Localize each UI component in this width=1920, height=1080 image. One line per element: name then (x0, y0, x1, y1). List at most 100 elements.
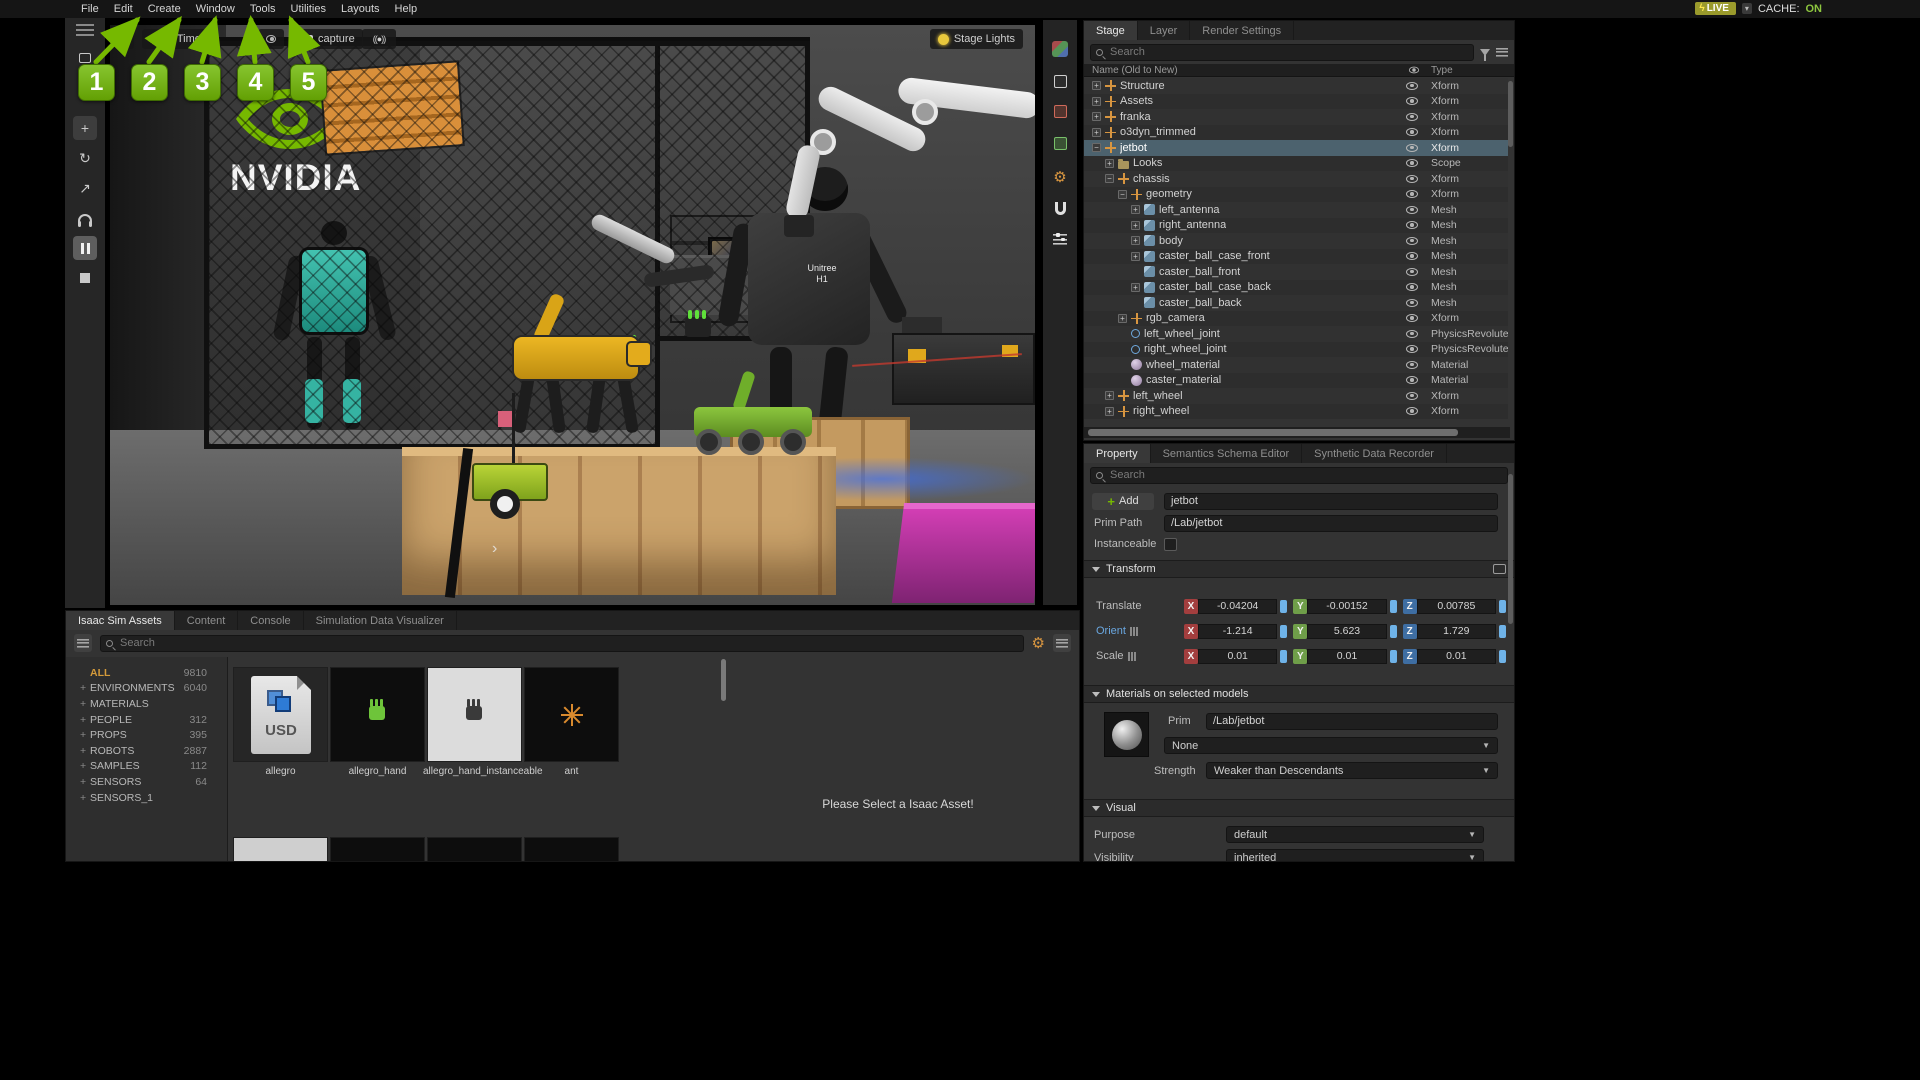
axis-z-field[interactable]: 0.00785 (1416, 598, 1496, 614)
asset-thumbnail[interactable]: USD (427, 667, 522, 762)
menu-item[interactable]: File (76, 1, 104, 17)
asset-thumbnail[interactable]: USD (524, 667, 619, 762)
rotate-tool-button[interactable]: ↻ (73, 146, 97, 170)
stage-tree-row[interactable]: caster_ball_back Mesh (1084, 295, 1508, 311)
panel-tab[interactable]: Stage (1084, 21, 1138, 40)
menu-item[interactable]: Layouts (336, 1, 385, 17)
assets-search-field[interactable] (100, 634, 1024, 652)
panel-tab[interactable]: Console (238, 611, 304, 630)
visibility-eye-icon[interactable] (1406, 97, 1418, 105)
panel-tab[interactable]: Simulation Data Visualizer (304, 611, 457, 630)
stage-tree-row[interactable]: + Assets Xform (1084, 93, 1508, 109)
visibility-eye-icon[interactable] (1406, 283, 1418, 291)
material-prim-field[interactable]: /Lab/jetbot (1206, 712, 1498, 730)
instanceable-checkbox[interactable] (1164, 537, 1177, 551)
asset-thumbnail[interactable] (524, 837, 619, 861)
expander-icon[interactable]: + (1131, 220, 1140, 230)
axis-z-field[interactable]: 0.01 (1416, 648, 1496, 664)
visual-section-header[interactable]: Visual (1084, 799, 1514, 817)
expand-plus-icon[interactable]: + (80, 714, 90, 726)
axis-y-field[interactable]: -0.00152 (1307, 598, 1387, 614)
options-menu-icon[interactable] (1496, 47, 1508, 57)
vertical-scrollbar-thumb[interactable] (1508, 81, 1513, 147)
stage-tree-row[interactable]: + left_antenna Mesh (1084, 202, 1508, 218)
property-search-input[interactable] (1108, 468, 1502, 482)
visibility-eye-icon[interactable] (1406, 205, 1418, 214)
menu-item[interactable]: Window (191, 1, 240, 17)
stage-tree-row[interactable]: + right_wheel Xform (1084, 403, 1508, 419)
asset-tile[interactable] (524, 837, 619, 861)
tree-toggle-button[interactable] (74, 634, 92, 652)
stage-tree-row[interactable]: + caster_ball_case_front Mesh (1084, 248, 1508, 264)
viewport-menu-icon[interactable]: ≡ (116, 29, 134, 49)
expander-icon[interactable]: + (1118, 313, 1127, 323)
filter-icon[interactable] (1480, 48, 1490, 61)
asset-thumbnail[interactable] (427, 837, 522, 861)
axis-y-handle[interactable] (1389, 649, 1397, 663)
expander-icon[interactable]: + (1092, 127, 1101, 137)
panel-tab[interactable]: Render Settings (1190, 21, 1295, 40)
stage-tree-row[interactable]: + right_antenna Mesh (1084, 217, 1508, 233)
visibility-eye-icon[interactable] (1406, 329, 1418, 338)
axis-y-handle[interactable] (1389, 624, 1397, 638)
axis-z-field[interactable]: 1.729 (1416, 623, 1496, 639)
viewport[interactable]: NVIDIA (110, 25, 1035, 605)
category-item[interactable]: + ROBOTS 2887 (66, 743, 227, 759)
expander-icon[interactable]: + (1105, 158, 1114, 168)
expander-icon[interactable]: + (1105, 406, 1114, 416)
visibility-eye-icon[interactable] (1406, 174, 1418, 183)
stage-tree-row[interactable]: + o3dyn_trimmed Xform (1084, 124, 1508, 140)
materials-section-header[interactable]: Materials on selected models (1084, 685, 1514, 703)
asset-tile[interactable]: USD allegro_hand_instanceable (423, 667, 543, 795)
stage-tree-row[interactable]: + body Mesh (1084, 233, 1508, 249)
expand-plus-icon[interactable]: + (80, 729, 90, 741)
assets-search-input[interactable] (118, 636, 1018, 650)
capture-button[interactable]: capture (292, 29, 363, 49)
category-item[interactable]: ALL 9810 (66, 665, 227, 681)
expander-icon[interactable]: + (1131, 251, 1140, 261)
visibility-eye-icon[interactable] (1406, 128, 1418, 136)
property-search-field[interactable] (1090, 466, 1508, 484)
expander-icon[interactable]: + (1092, 112, 1101, 122)
axis-z-handle[interactable] (1498, 599, 1506, 613)
asset-tile[interactable]: USD allegro_hand (330, 667, 425, 795)
visibility-eye-icon[interactable] (1406, 236, 1418, 245)
axis-z-handle[interactable] (1498, 649, 1506, 663)
asset-tile[interactable] (330, 837, 425, 861)
stage-tree-row[interactable]: + Looks Scope (1084, 155, 1508, 171)
axis-y-handle[interactable] (1389, 599, 1397, 613)
stage-search-field[interactable] (1090, 43, 1474, 61)
panel-tab[interactable]: Property (1084, 444, 1151, 463)
stage-tree-row[interactable]: + franka Xform (1084, 109, 1508, 125)
prim-name-field[interactable]: jetbot (1164, 492, 1498, 510)
panel-tab[interactable]: Isaac Sim Assets (66, 611, 175, 630)
move-tool-button[interactable]: + (73, 116, 97, 140)
expander-icon[interactable]: − (1092, 143, 1101, 153)
menu-item[interactable]: Help (390, 1, 423, 17)
axis-x-handle[interactable] (1280, 649, 1288, 663)
layout-toggle-button[interactable] (1053, 634, 1071, 652)
menu-item[interactable]: Utilities (286, 1, 331, 17)
expander-icon[interactable]: + (1105, 391, 1114, 401)
panel-tab[interactable]: Synthetic Data Recorder (1302, 444, 1447, 463)
axis-z-handle[interactable] (1498, 624, 1506, 638)
stage-lights-button[interactable]: Stage Lights (929, 29, 1023, 49)
visibility-eye-icon[interactable] (1406, 360, 1418, 369)
visibility-eye-icon[interactable] (1406, 407, 1418, 415)
scale-tool-button[interactable]: ↗ (73, 176, 97, 200)
expand-plus-icon[interactable]: + (80, 792, 90, 804)
asset-tile[interactable] (233, 837, 328, 861)
menu-item[interactable]: Edit (109, 1, 138, 17)
expand-plus-icon[interactable]: + (80, 745, 90, 757)
stage-tree-row[interactable]: wheel_material Material (1084, 357, 1508, 373)
visibility-eye-icon[interactable] (1406, 314, 1418, 322)
drag-handle-icon[interactable] (76, 24, 94, 36)
adjust-button[interactable] (1051, 230, 1069, 248)
panel-tab[interactable]: Layer (1138, 21, 1191, 40)
visibility-eye-icon[interactable] (1406, 267, 1418, 276)
visibility-dropdown[interactable]: inherited ▼ (1226, 849, 1484, 861)
asset-tile[interactable]: USD ant (524, 667, 619, 795)
settings-gear-icon[interactable]: ⚙ (1032, 636, 1045, 651)
axis-x-handle[interactable] (1280, 624, 1288, 638)
expander-icon[interactable]: + (1131, 236, 1140, 246)
